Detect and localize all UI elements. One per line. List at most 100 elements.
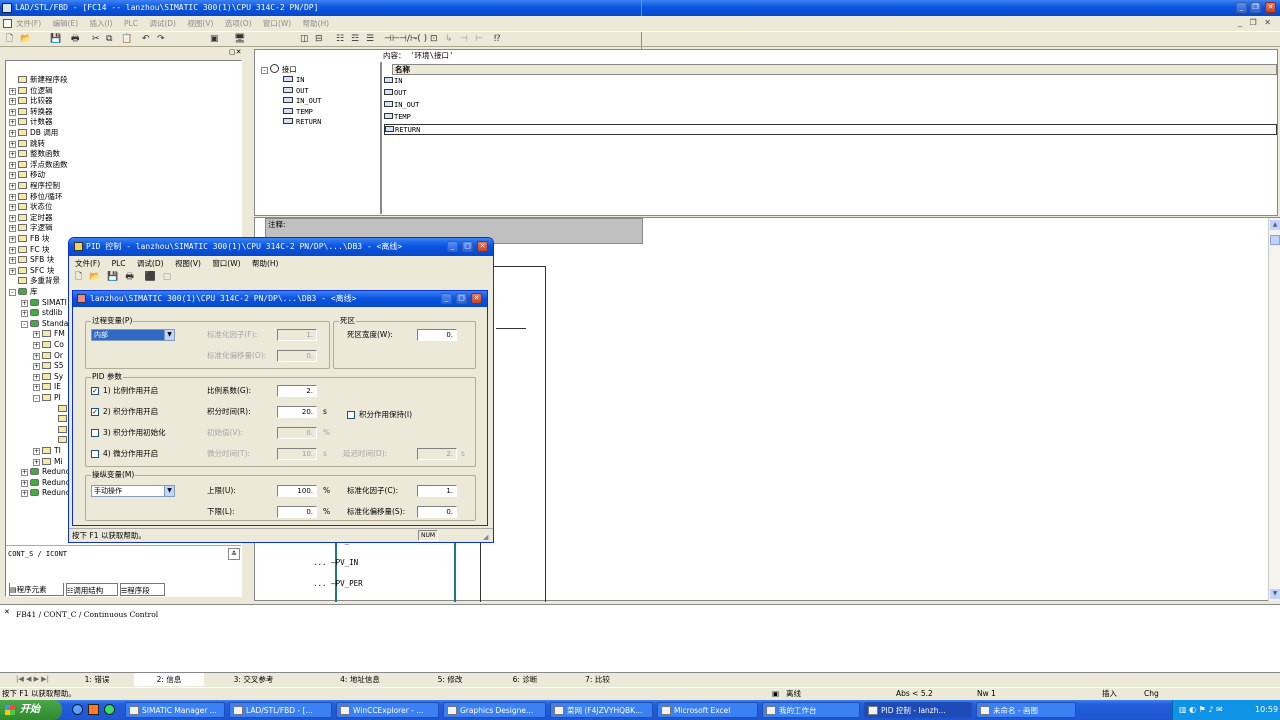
expand-icon[interactable]: + bbox=[9, 183, 16, 190]
taskbar-button[interactable]: 我的工作台 bbox=[762, 702, 860, 718]
minimize-icon[interactable]: _ bbox=[1236, 2, 1247, 13]
expand-icon[interactable]: + bbox=[21, 310, 28, 318]
expand-icon[interactable]: + bbox=[9, 161, 16, 169]
start-button[interactable]: 开始 bbox=[0, 700, 62, 720]
ti-field[interactable]: 20. bbox=[277, 406, 317, 418]
init-value-field[interactable]: 0. bbox=[277, 427, 317, 439]
mdi-minimize-icon[interactable]: _ bbox=[1238, 18, 1242, 27]
taskbar-button[interactable]: SIMATIC Manager ... bbox=[125, 702, 225, 718]
panel-close-icon[interactable]: ▢✕ bbox=[229, 48, 241, 56]
expand-icon[interactable]: + bbox=[9, 267, 16, 275]
catalog-item[interactable]: + 程序控制 bbox=[9, 181, 60, 192]
interface-tree-item[interactable]: RETURN bbox=[283, 117, 321, 127]
chevron-down-icon[interactable]: ▼ bbox=[164, 330, 174, 340]
expand-icon[interactable]: + bbox=[9, 204, 16, 212]
pid-menu-debug[interactable]: 调试(D) bbox=[137, 259, 164, 268]
table-row[interactable]: OUT bbox=[384, 88, 1277, 99]
pid-open-icon[interactable]: 📂 bbox=[89, 272, 100, 282]
overview-icon[interactable]: ☷ bbox=[336, 32, 344, 47]
tab-address-info[interactable]: 4: 地址信息 bbox=[310, 673, 410, 686]
catalog-item[interactable]: + Sy bbox=[33, 372, 63, 383]
contact-no-icon[interactable]: ⊣⊢ bbox=[384, 32, 400, 47]
undo-icon[interactable]: ↶ bbox=[142, 32, 150, 47]
resize-grip-icon[interactable]: ◢ bbox=[483, 531, 488, 544]
expand-icon[interactable]: + bbox=[33, 448, 40, 455]
pid-menu-help[interactable]: 帮助(H) bbox=[252, 259, 279, 268]
expand-icon[interactable]: + bbox=[9, 98, 16, 106]
mv-offset-field[interactable]: 0. bbox=[417, 506, 457, 518]
pid-new-icon[interactable]: 🗋 bbox=[75, 272, 82, 282]
catalog-item[interactable]: + 定时器 bbox=[9, 213, 53, 224]
catalog-item[interactable]: + 比较器 bbox=[9, 96, 53, 107]
quicklaunch-browser-icon[interactable] bbox=[104, 704, 115, 715]
catalog-item[interactable]: + FB 块 bbox=[9, 234, 49, 245]
collapse-icon[interactable]: - bbox=[261, 67, 268, 74]
expand-icon[interactable]: + bbox=[33, 352, 40, 360]
catalog-item[interactable]: + IE bbox=[33, 382, 61, 393]
pid-minimize-icon[interactable]: _ bbox=[447, 241, 458, 252]
collapse-icon[interactable]: - bbox=[33, 395, 40, 402]
norm-factor-field[interactable]: 1. bbox=[277, 329, 317, 341]
catalog-item[interactable] bbox=[49, 404, 70, 415]
catalog-item[interactable]: + 移位/循环 bbox=[9, 192, 63, 203]
catalog-item[interactable]: + 移动 bbox=[9, 170, 45, 181]
param-maximize-icon[interactable]: ▢ bbox=[456, 293, 467, 304]
expand-icon[interactable]: + bbox=[9, 246, 16, 254]
catalog-item[interactable]: + FM bbox=[33, 329, 65, 340]
menu-edit[interactable]: 编辑(E) bbox=[53, 19, 79, 28]
box-icon[interactable]: ⊡ bbox=[430, 32, 438, 47]
catalog-item[interactable]: + 计数器 bbox=[9, 117, 53, 128]
tab-call-structure[interactable]: ☷调用结构 bbox=[66, 583, 118, 596]
expand-icon[interactable]: + bbox=[9, 108, 16, 116]
d-enable-checkbox[interactable] bbox=[91, 450, 99, 458]
expand-icon[interactable]: + bbox=[21, 490, 28, 498]
catalog-item[interactable] bbox=[49, 425, 70, 436]
expand-icon[interactable]: + bbox=[33, 342, 40, 349]
expand-icon[interactable]: + bbox=[33, 331, 40, 339]
help-pointer-icon[interactable]: ⁉ bbox=[494, 32, 501, 47]
pid-menu-plc[interactable]: PLC bbox=[112, 259, 126, 268]
pin-pv-per[interactable]: ... —PV_PER bbox=[313, 579, 363, 589]
catalog-item[interactable]: + SFB 块 bbox=[9, 255, 54, 266]
process-variable-select[interactable]: 内部 ▼ bbox=[91, 329, 175, 341]
menu-window[interactable]: 窗口(W) bbox=[263, 19, 291, 28]
catalog-item[interactable]: + SIMATI bbox=[21, 298, 67, 309]
gain-field[interactable]: 2. bbox=[277, 385, 317, 397]
tab-info[interactable]: 2: 信息 bbox=[134, 673, 204, 686]
collapse-icon[interactable]: - bbox=[21, 320, 28, 328]
info-toggle-icon[interactable]: ≛ bbox=[228, 548, 240, 560]
expand-icon[interactable]: + bbox=[9, 87, 16, 95]
tab-compare[interactable]: 7: 比较 bbox=[565, 673, 630, 686]
redo-icon[interactable]: ↷ bbox=[157, 32, 165, 47]
paste-icon[interactable]: 📋 bbox=[121, 32, 132, 47]
expand-icon[interactable]: + bbox=[9, 193, 16, 201]
taskbar-button[interactable]: 菜网 (F4JZVYHQBK... bbox=[550, 702, 653, 718]
catalog-item[interactable]: + 浮点数函数 bbox=[9, 160, 68, 171]
catalog-item[interactable] bbox=[49, 435, 70, 446]
param-minimize-icon[interactable]: _ bbox=[441, 293, 452, 304]
tab-networks[interactable]: ☰程序段 bbox=[120, 583, 165, 596]
menu-debug[interactable]: 调试(D) bbox=[149, 19, 176, 28]
menu-file[interactable]: 文件(F) bbox=[16, 19, 41, 28]
quicklaunch-media-icon[interactable] bbox=[88, 704, 99, 715]
norm-offset-field[interactable]: 0. bbox=[277, 350, 317, 362]
interface-tree-item[interactable]: IN bbox=[283, 75, 304, 85]
catalog-item[interactable]: + stdlib bbox=[21, 308, 63, 319]
catalog-item[interactable]: + Mi bbox=[33, 457, 63, 468]
tab-modify[interactable]: 5: 修改 bbox=[415, 673, 485, 686]
branch-icon[interactable]: ⊢ bbox=[475, 32, 483, 47]
expand-icon[interactable]: + bbox=[9, 236, 16, 243]
catalog-item[interactable]: - PI bbox=[33, 393, 61, 404]
expand-icon[interactable]: + bbox=[9, 130, 16, 137]
network-icon[interactable]: ▣ bbox=[210, 32, 219, 47]
catalog-item[interactable]: + Redund bbox=[21, 488, 71, 499]
chevron-down-icon[interactable]: ▼ bbox=[164, 486, 174, 496]
scroll-thumb[interactable] bbox=[1270, 235, 1280, 245]
save-icon[interactable]: 💾 bbox=[50, 32, 61, 47]
pid-menu-view[interactable]: 视图(V) bbox=[175, 259, 201, 268]
catalog-item[interactable] bbox=[49, 414, 70, 425]
pid-monitor-icon[interactable]: ▢ bbox=[163, 272, 172, 282]
catalog-item[interactable]: + 字逻辑 bbox=[9, 223, 53, 234]
expand-icon[interactable]: + bbox=[9, 151, 16, 159]
pid-download-icon[interactable]: ⬛ bbox=[145, 272, 156, 282]
